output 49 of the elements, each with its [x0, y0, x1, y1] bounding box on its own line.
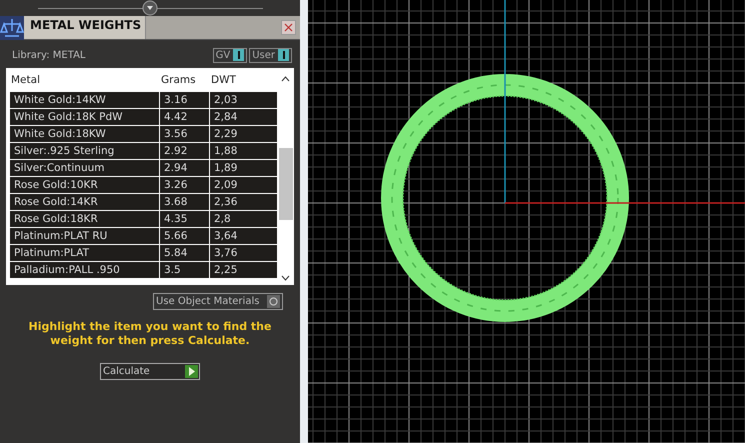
- table-cell-text: 2,03: [213, 93, 238, 108]
- table-cell: 4.35: [160, 211, 210, 227]
- panel-title: METAL WEIGHTS: [24, 16, 146, 39]
- table-cell: 2.92: [160, 143, 210, 159]
- table-cell: Palladium:PALL .950: [10, 262, 160, 278]
- table-cell: 3.5: [160, 262, 210, 278]
- use-object-materials-toggle[interactable]: Use Object Materials: [153, 293, 283, 310]
- table-cell: Platinum:PLAT: [10, 245, 160, 261]
- table-cell: 3.68: [160, 194, 210, 210]
- table-cell-text: 2,36: [213, 195, 238, 210]
- calculate-button[interactable]: Calculate: [100, 363, 200, 380]
- table-cell-text: 1,88: [213, 144, 238, 159]
- scroll-up-icon[interactable]: [281, 76, 290, 82]
- table-cell: White Gold:18KW: [10, 126, 160, 142]
- table-cell-text: 2,29: [213, 127, 238, 142]
- table-cell: 3.16: [160, 92, 210, 108]
- table-cell-text: 2,09: [213, 178, 238, 193]
- table-cell-text: 3,64: [213, 229, 238, 244]
- table-cell: Silver:.925 Sterling: [10, 143, 160, 159]
- table-cell: Rose Gold:10KR: [10, 177, 160, 193]
- table-cell: 4.42: [160, 109, 210, 125]
- toggle-button[interactable]: User: [249, 48, 292, 62]
- table-cell: Platinum:PLAT RU: [10, 228, 160, 244]
- toggle-button[interactable]: GV: [212, 48, 248, 62]
- table-cell: 3.56: [160, 126, 210, 142]
- table-cell: White Gold:14KW: [10, 92, 160, 108]
- library-label: Library: METAL: [12, 50, 86, 60]
- table-cell-text: 2,8: [213, 212, 232, 227]
- slider-knob-icon[interactable]: [142, 0, 158, 16]
- scroll-down-icon[interactable]: [281, 275, 290, 281]
- table-cell-text: 1,89: [213, 161, 238, 176]
- table-cell: 5.84: [160, 245, 210, 261]
- table-cell: White Gold:18K PdW: [10, 109, 160, 125]
- table-cell: Rose Gold:14KR: [10, 194, 160, 210]
- table-cell: 5.66: [160, 228, 210, 244]
- play-icon: [188, 367, 195, 376]
- instruction-text: Highlight the item you want to find the weight for then press Calculate.: [28, 319, 272, 348]
- table-cell: 3.26: [160, 177, 210, 193]
- close-button[interactable]: [281, 20, 296, 35]
- table-cell-text: 2,25: [213, 263, 238, 278]
- column-header[interactable]: DWT: [206, 68, 277, 92]
- table-cell-text: 2,84: [213, 110, 238, 125]
- viewport-canvas[interactable]: [308, 0, 745, 443]
- table-cell: 2.94: [160, 160, 210, 176]
- close-icon: [284, 23, 293, 32]
- scale-logo-icon: [0, 16, 24, 40]
- table-cell-text: 3,76: [213, 246, 238, 261]
- table-cell: Rose Gold:18KR: [10, 211, 160, 227]
- table-cell: Silver:Continuum: [10, 160, 160, 176]
